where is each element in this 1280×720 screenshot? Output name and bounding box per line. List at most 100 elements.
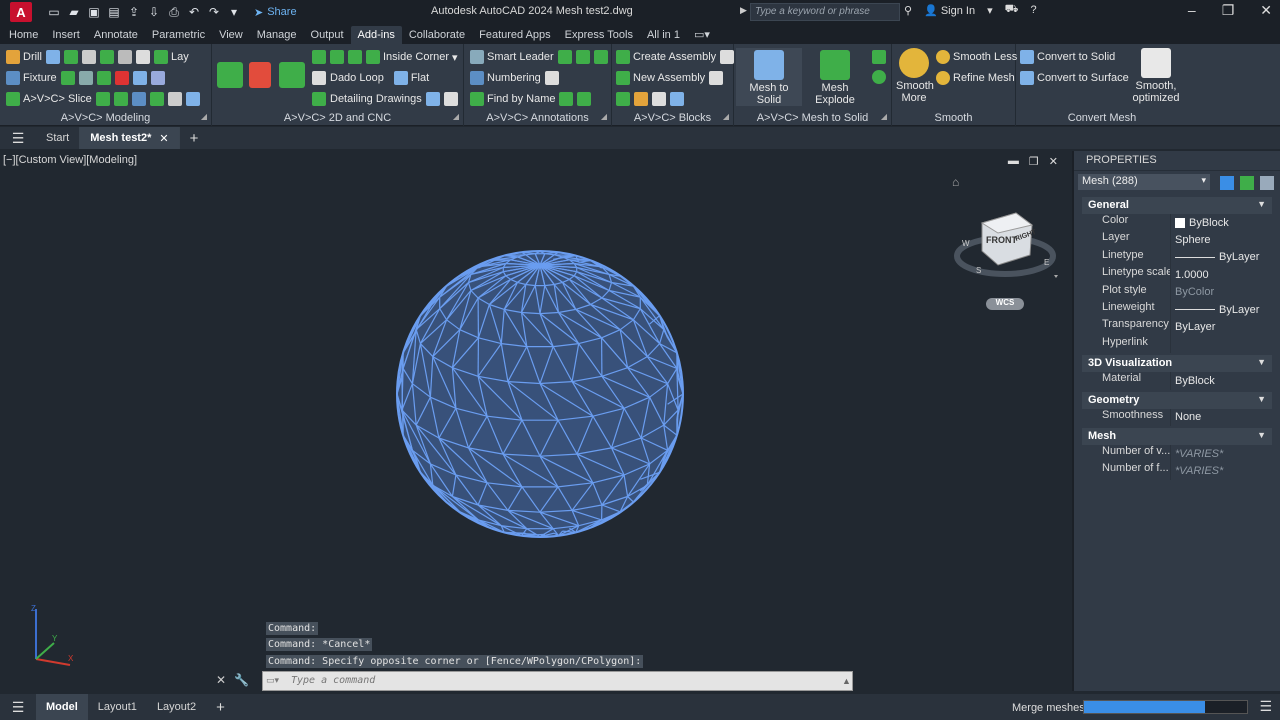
help-search-input[interactable]: Type a keyword or phrase [750, 3, 900, 21]
smooth-less-button[interactable]: Smooth Less [936, 50, 1017, 64]
open-folder-icon[interactable]: ▰ [66, 4, 82, 20]
panel-expand-icon[interactable]: ◢ [723, 112, 729, 121]
fixture-button[interactable]: Fixture [6, 71, 57, 85]
quick-select-icon[interactable] [1260, 176, 1274, 190]
block-tool-icon[interactable] [720, 50, 735, 64]
tab-start[interactable]: Start [36, 127, 81, 149]
tab-featured-apps[interactable]: Featured Apps [472, 26, 558, 44]
lay-button[interactable]: Lay [153, 50, 189, 64]
annotation-tool-icon[interactable] [593, 50, 608, 64]
tool-icon[interactable] [99, 50, 114, 64]
new-file-icon[interactable]: ▭ [46, 4, 62, 20]
property-row-smoothness[interactable]: Smoothness None [1082, 408, 1272, 426]
mesh-sphere[interactable] [390, 247, 690, 541]
tab-add-ins[interactable]: Add-ins [350, 26, 402, 44]
property-value[interactable]: ByLayer [1170, 300, 1272, 319]
panel-title-modeling[interactable]: A>V>C> Modeling ◢ [0, 112, 211, 124]
tool-icon[interactable] [167, 92, 182, 106]
cnc-tool-icon[interactable] [330, 50, 344, 64]
annotation-tool-icon[interactable] [557, 50, 572, 64]
property-value[interactable]: None [1170, 408, 1272, 426]
property-row-hyperlink[interactable]: Hyperlink [1082, 335, 1272, 354]
plot-icon[interactable]: ⎙ [166, 4, 182, 20]
convert-to-surface-button[interactable]: Convert to Surface [1020, 71, 1129, 85]
annotation-tool-icon[interactable] [577, 92, 592, 106]
tool-icon[interactable] [135, 50, 150, 64]
tab-home[interactable]: Home [2, 26, 45, 44]
cnc-tool-icon[interactable] [443, 92, 458, 106]
hamburger-menu-icon[interactable]: ☰ [0, 130, 36, 147]
tool-icon[interactable] [78, 71, 93, 85]
home-view-icon[interactable]: ⌂ [952, 175, 959, 189]
tool-icon[interactable] [149, 92, 164, 106]
ribbon-minimize-icon[interactable]: ▭▾ [687, 25, 717, 44]
panel-expand-icon[interactable]: ◢ [201, 112, 207, 121]
cnc-tool-icon[interactable] [425, 92, 440, 106]
restore-icon[interactable]: ❐ [1222, 2, 1235, 19]
tool-icon[interactable] [95, 92, 110, 106]
save-icon[interactable]: ▣ [86, 4, 102, 20]
wcs-menu[interactable]: WCS [986, 298, 1024, 310]
close-tab-icon[interactable]: ✕ [159, 132, 168, 145]
category-mesh[interactable]: Mesh ▼ [1082, 427, 1272, 445]
tool-icon[interactable] [113, 92, 128, 106]
property-value[interactable]: Sphere [1170, 231, 1272, 249]
convert-to-solid-button[interactable]: Convert to Solid [1020, 50, 1115, 64]
mesh-explode-button[interactable]: Mesh Explode [802, 50, 868, 106]
property-row-linetype-scale[interactable]: Linetype scale 1.0000 [1082, 266, 1272, 284]
tab-layout1[interactable]: Layout1 [88, 701, 147, 713]
panel-title-2d-cnc[interactable]: A>V>C> 2D and CNC ◢ [212, 112, 463, 124]
toggle-pickadd-icon[interactable] [1220, 176, 1234, 190]
share-button[interactable]: ➤ Share [254, 6, 297, 19]
cloud-upload-icon[interactable]: ⇪ [126, 4, 142, 20]
tab-manage[interactable]: Manage [250, 26, 304, 44]
property-row-lineweight[interactable]: Lineweight ByLayer [1082, 300, 1272, 319]
sign-in-button[interactable]: 👤 Sign In [924, 4, 975, 17]
command-customize-icon[interactable]: 🔧 [234, 673, 249, 687]
category-geometry[interactable]: Geometry ▼ [1082, 391, 1272, 409]
property-row-color[interactable]: Color ByBlock [1082, 214, 1272, 232]
cloud-download-icon[interactable]: ⇩ [146, 4, 162, 20]
settings-gear-icon[interactable] [872, 50, 886, 64]
property-row-plot-style[interactable]: Plot style ByColor [1082, 283, 1272, 301]
tab-model[interactable]: Model [36, 694, 88, 720]
sign-in-dropdown-icon[interactable]: ▾ [987, 4, 993, 17]
panel-title-convert-mesh[interactable]: Convert Mesh [1016, 112, 1188, 124]
tab-collaborate[interactable]: Collaborate [402, 26, 472, 44]
property-value[interactable]: 1.0000 [1170, 266, 1272, 284]
panel-expand-icon[interactable]: ◢ [881, 112, 887, 121]
selection-dropdown[interactable]: Mesh (288) ▾ [1078, 174, 1210, 190]
refine-mesh-button[interactable]: Refine Mesh [936, 71, 1015, 85]
smooth-optimized-dropdown[interactable]: Smooth, optimized [1128, 48, 1184, 104]
save-as-icon[interactable]: ▤ [106, 4, 122, 20]
category-3d-visualization[interactable]: 3D Visualization ▼ [1082, 355, 1272, 373]
tab-view[interactable]: View [212, 26, 250, 44]
tool-icon[interactable] [96, 71, 111, 85]
property-row-number-vertices[interactable]: Number of v... *VARIES* [1082, 444, 1272, 463]
block-tool-icon[interactable] [616, 92, 630, 106]
tool-icon[interactable] [131, 92, 146, 106]
dxf-export-button[interactable] [246, 62, 274, 90]
panel-title-blocks[interactable]: A>V>C> Blocks ◢ [612, 112, 733, 124]
drill-button[interactable]: Drill [6, 50, 42, 64]
tool-icon[interactable] [132, 71, 147, 85]
search-expand-icon[interactable]: ▶ [740, 5, 747, 16]
select-objects-icon[interactable] [1240, 176, 1254, 190]
property-row-linetype[interactable]: Linetype ByLayer [1082, 248, 1272, 267]
tab-output[interactable]: Output [304, 26, 351, 44]
smooth-more-button[interactable]: Smooth More [896, 48, 934, 104]
drawing-viewport[interactable]: [−][Custom View][Modeling] ▬ ❐ ✕ ⌂ FRONT… [0, 151, 1068, 691]
property-value[interactable]: ByColor [1170, 283, 1272, 301]
layout-menu-icon[interactable]: ☰ [0, 699, 36, 716]
viewcube-menu-icon[interactable] [1054, 275, 1058, 278]
close-icon[interactable]: ✕ [1260, 2, 1272, 19]
slice-button[interactable]: A>V>C> Slice [6, 92, 92, 106]
mesh-to-solid-button[interactable]: Mesh to Solid [736, 48, 802, 106]
add-layout-icon[interactable]: + [206, 699, 235, 716]
status-bar-customize-icon[interactable]: ☰ [1259, 698, 1272, 715]
property-row-number-faces[interactable]: Number of f... *VARIES* [1082, 462, 1272, 480]
property-value[interactable] [1170, 335, 1272, 354]
block-tool-icon[interactable] [670, 92, 684, 106]
dado-loop-button[interactable]: Dado Loop [330, 72, 384, 84]
cnc-tool-icon[interactable] [312, 50, 326, 64]
